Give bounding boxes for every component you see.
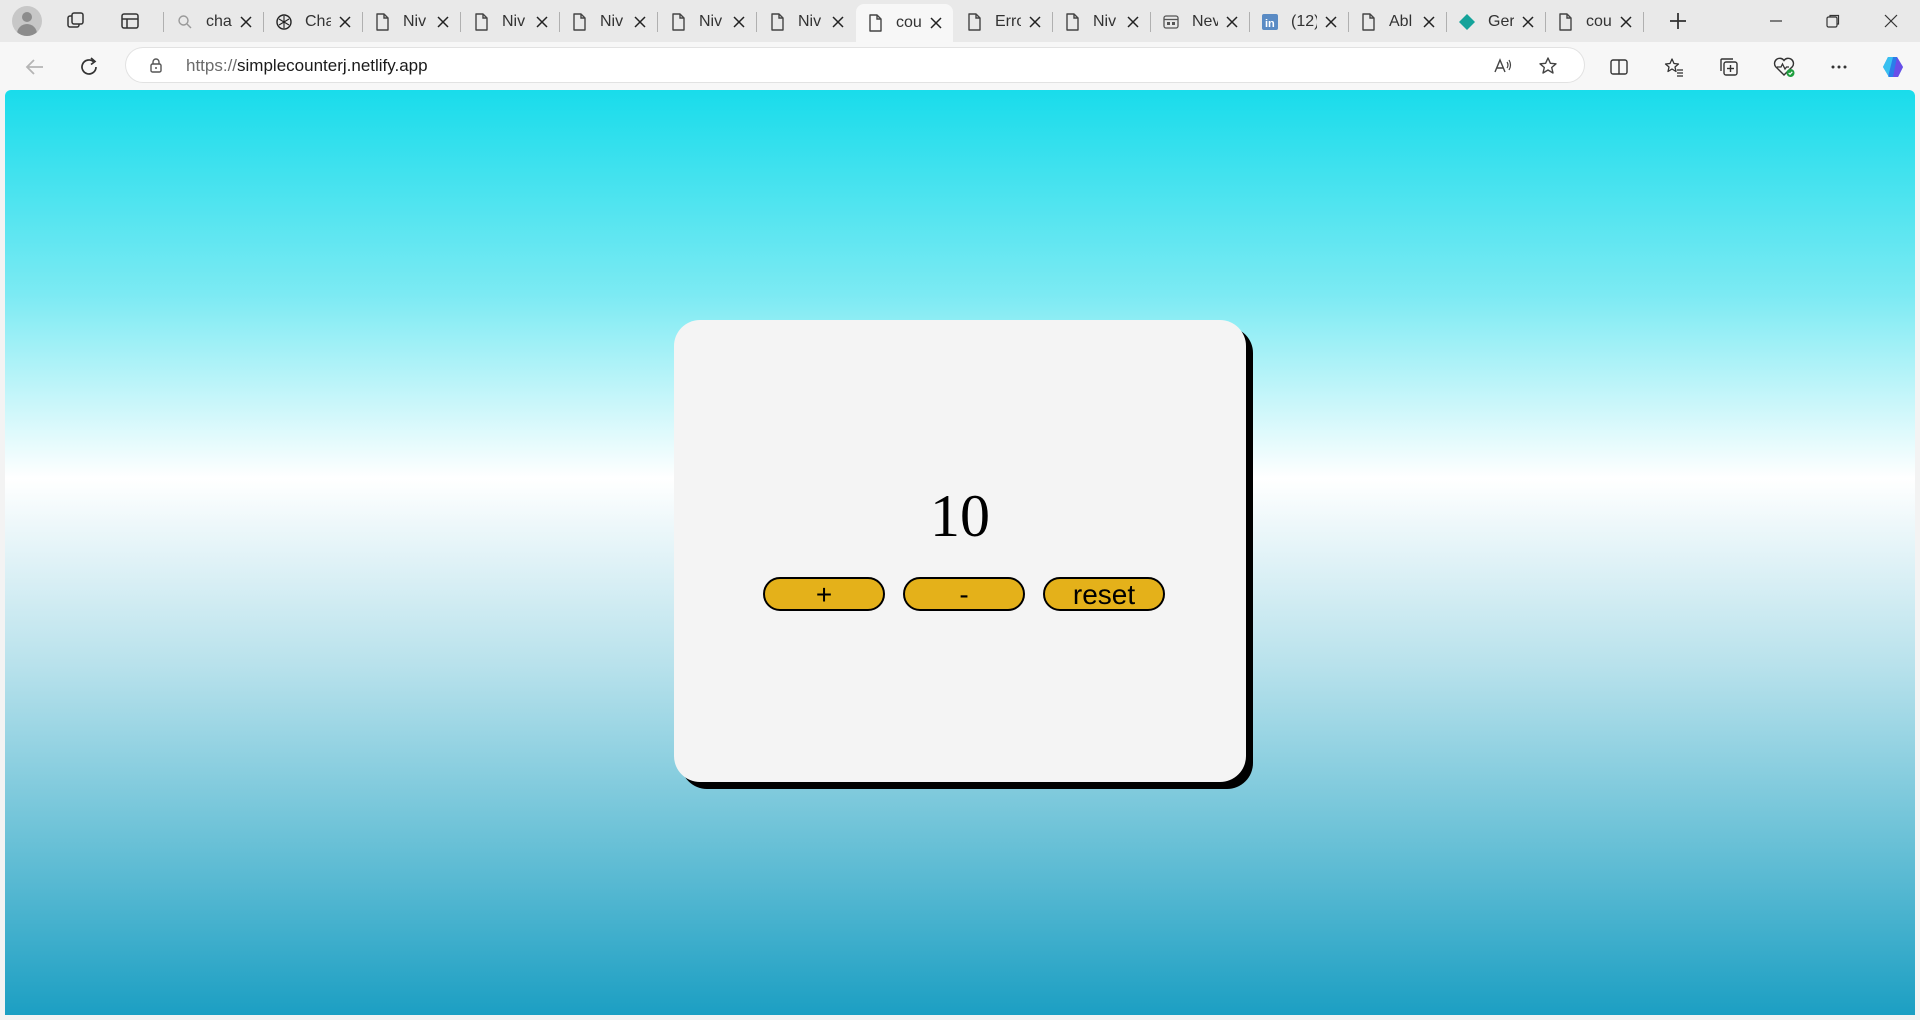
- page-icon: [570, 13, 588, 31]
- page-viewport: 10 + - reset: [5, 90, 1915, 1015]
- back-arrow-icon[interactable]: [22, 54, 48, 80]
- browser-tab[interactable]: Niv: [1053, 6, 1150, 38]
- browser-toolbar: https://simplecounterj.netlify.app: [0, 42, 1920, 90]
- tab-separator: [1643, 12, 1644, 32]
- refresh-icon[interactable]: [76, 54, 102, 80]
- close-tab-icon[interactable]: [1422, 15, 1436, 29]
- browser-tab[interactable]: Niv: [659, 6, 756, 38]
- close-window-icon[interactable]: [1880, 10, 1902, 32]
- address-bar[interactable]: https://simplecounterj.netlify.app: [126, 48, 1584, 82]
- decrement-button[interactable]: -: [903, 577, 1025, 611]
- favorite-star-icon[interactable]: [1537, 55, 1559, 77]
- close-tab-icon[interactable]: [1028, 15, 1042, 29]
- gemini-icon: [1458, 13, 1476, 31]
- new-tab-button[interactable]: [1665, 8, 1691, 34]
- tab-title: Cha: [305, 13, 331, 30]
- tab-separator: [263, 12, 264, 32]
- browser-tab[interactable]: cha: [166, 6, 263, 38]
- browser-tab[interactable]: Niv: [560, 6, 657, 38]
- close-tab-icon[interactable]: [1619, 15, 1633, 29]
- close-tab-icon[interactable]: [535, 15, 549, 29]
- tab-strip: cha Cha Niv Niv Niv Niv Niv cou Erro Niv Nev in (12)…: [0, 0, 1920, 42]
- page-icon: [1556, 13, 1574, 31]
- tab-title: Niv: [798, 13, 822, 30]
- tab-separator: [1150, 12, 1151, 32]
- close-tab-icon[interactable]: [831, 15, 845, 29]
- close-tab-icon[interactable]: [1225, 15, 1239, 29]
- page-icon: [472, 13, 490, 31]
- reset-button[interactable]: reset: [1043, 577, 1165, 611]
- lock-icon[interactable]: [148, 57, 164, 73]
- page-icon: [669, 13, 687, 31]
- page-icon: [1359, 13, 1377, 31]
- search-icon: [176, 13, 194, 31]
- tab-title: Niv: [1093, 13, 1117, 30]
- read-aloud-icon[interactable]: [1492, 55, 1514, 77]
- close-tab-icon[interactable]: [1324, 15, 1338, 29]
- url-text[interactable]: https://simplecounterj.netlify.app: [186, 56, 428, 76]
- tab-title: Niv: [600, 13, 624, 30]
- newtab-icon: [1162, 13, 1180, 31]
- page-icon: [866, 14, 884, 32]
- browser-tab[interactable]: Cha: [265, 6, 362, 38]
- tab-title: Niv: [699, 13, 723, 30]
- browser-tab[interactable]: cou: [1546, 6, 1643, 38]
- page-icon: [373, 13, 391, 31]
- page-icon: [1063, 13, 1081, 31]
- close-tab-icon[interactable]: [338, 15, 352, 29]
- tab-separator: [1249, 12, 1250, 32]
- tab-title: cha: [206, 13, 232, 30]
- tab-separator: [1446, 12, 1447, 32]
- minimize-icon[interactable]: [1765, 10, 1787, 32]
- favorites-icon[interactable]: [1661, 54, 1687, 80]
- profile-avatar-icon[interactable]: [12, 6, 42, 36]
- browser-tab[interactable]: Niv: [758, 6, 855, 38]
- tab-title: cou: [896, 14, 922, 31]
- tab-title: (12): [1291, 13, 1317, 30]
- more-options-icon[interactable]: [1826, 54, 1852, 80]
- close-tab-icon[interactable]: [633, 15, 647, 29]
- restore-icon[interactable]: [1822, 10, 1844, 32]
- copilot-icon[interactable]: [1880, 54, 1906, 80]
- workspaces-icon[interactable]: [63, 8, 89, 34]
- tab-title: cou: [1586, 13, 1612, 30]
- tab-actions-icon[interactable]: [117, 8, 143, 34]
- tab-title: Abl: [1389, 13, 1413, 30]
- close-tab-icon[interactable]: [1521, 15, 1535, 29]
- close-tab-icon[interactable]: [239, 15, 253, 29]
- openai-icon: [275, 13, 293, 31]
- tab-title: Niv: [403, 13, 427, 30]
- page-icon: [965, 13, 983, 31]
- close-tab-icon[interactable]: [732, 15, 746, 29]
- browser-tab[interactable]: Ger: [1448, 6, 1545, 38]
- tab-separator: [657, 12, 658, 32]
- counter-buttons: + - reset: [763, 577, 1173, 614]
- tab-separator: [756, 12, 757, 32]
- tab-title: Ger: [1488, 13, 1514, 30]
- close-tab-icon[interactable]: [436, 15, 450, 29]
- browser-tab[interactable]: Niv: [363, 6, 460, 38]
- browser-tab[interactable]: Abl: [1349, 6, 1446, 38]
- browser-tab[interactable]: Niv: [462, 6, 559, 38]
- browser-tab[interactable]: cou: [856, 4, 953, 42]
- browser-essentials-icon[interactable]: [1771, 54, 1797, 80]
- svg-text:in: in: [1265, 18, 1275, 30]
- counter-card: 10 + - reset: [674, 320, 1246, 782]
- tab-separator: [460, 12, 461, 32]
- browser-tab[interactable]: in (12): [1251, 6, 1348, 38]
- tab-title: Erro: [995, 13, 1021, 30]
- tab-title: Niv: [502, 13, 526, 30]
- counter-value: 10: [930, 483, 990, 549]
- split-screen-icon[interactable]: [1606, 54, 1632, 80]
- increment-button[interactable]: +: [763, 577, 885, 611]
- close-tab-icon[interactable]: [929, 16, 943, 30]
- linkedin-icon: in: [1261, 13, 1279, 31]
- page-icon: [768, 13, 786, 31]
- tab-title: Nev: [1192, 13, 1218, 30]
- browser-tab[interactable]: Nev: [1152, 6, 1249, 38]
- browser-tab[interactable]: Erro: [955, 6, 1052, 38]
- close-tab-icon[interactable]: [1126, 15, 1140, 29]
- collections-icon[interactable]: [1716, 54, 1742, 80]
